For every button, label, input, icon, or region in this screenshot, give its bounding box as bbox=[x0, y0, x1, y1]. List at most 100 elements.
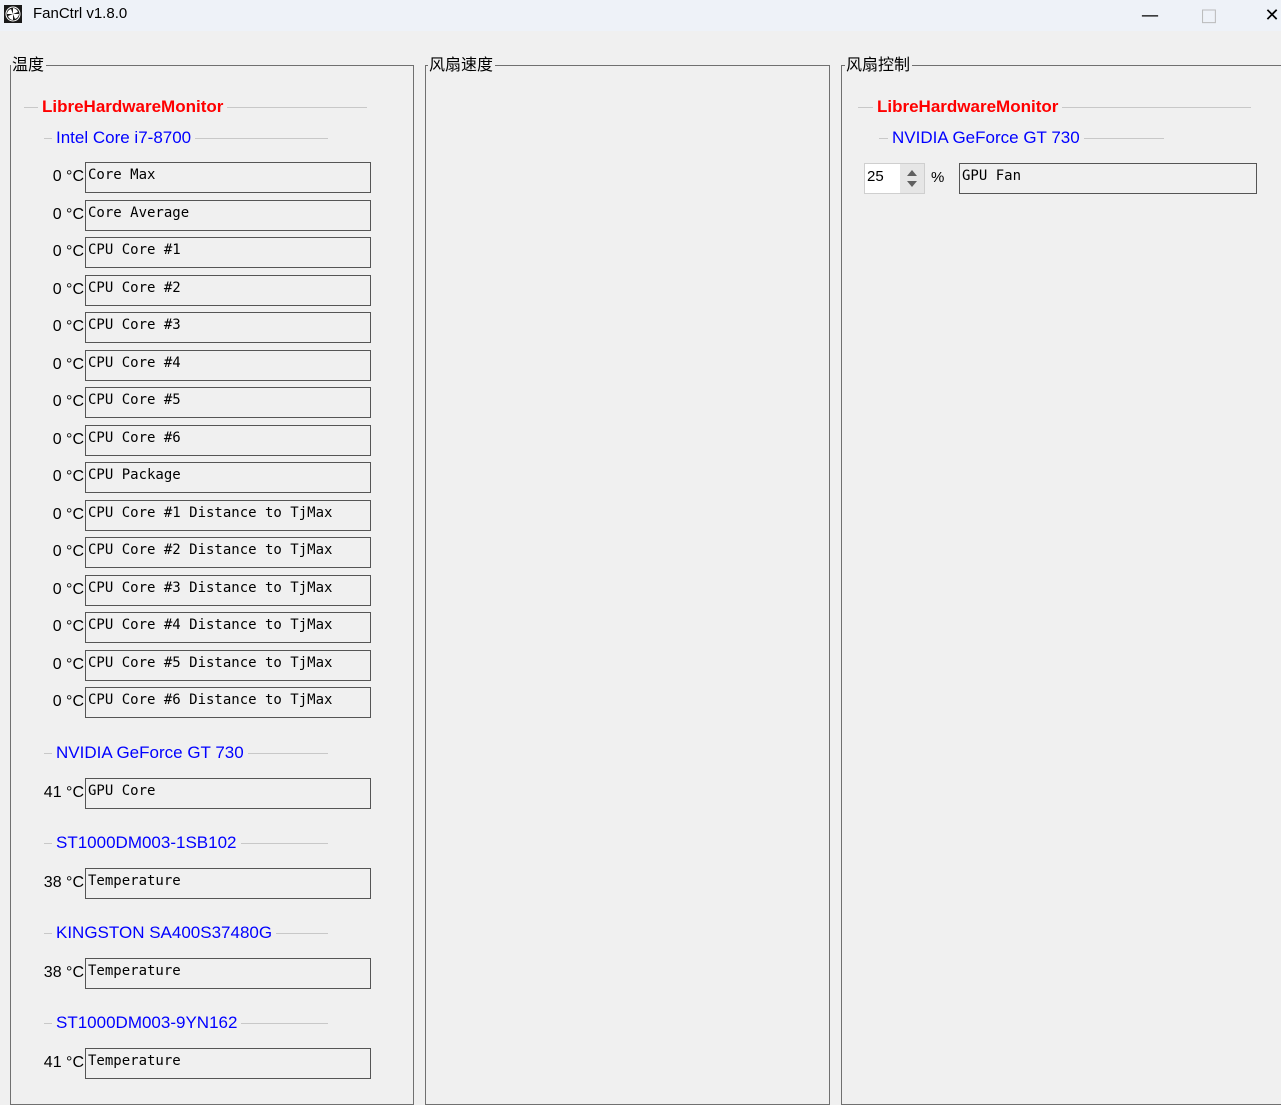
sensor-label-field[interactable]: CPU Core #3 bbox=[85, 312, 371, 343]
sensor-label-field[interactable]: CPU Core #2 bbox=[85, 274, 371, 306]
sensor-row: 0 °C CPU Core #1 Distance to TjMax bbox=[20, 499, 380, 532]
stepper-down-icon[interactable] bbox=[907, 181, 917, 187]
sensor-value: 0 °C bbox=[52, 468, 84, 485]
sensor-label: CPU Core #1 Distance to TjMax bbox=[88, 504, 333, 521]
sensor-value: 38 °C bbox=[43, 874, 84, 891]
sensor-label-field[interactable]: CPU Core #6 bbox=[85, 424, 371, 456]
sensor-value: 0 °C bbox=[52, 355, 84, 373]
sensor-value: 0 °C bbox=[52, 430, 84, 448]
window-title: FanCtrl v1.8.0 bbox=[33, 5, 128, 22]
disk1-device-header: ST1000DM003-1SB102 bbox=[44, 833, 328, 855]
sensor-label: Temperature bbox=[88, 963, 181, 979]
fan-speed-unit: % bbox=[931, 169, 945, 186]
sensor-label: CPU Core #5 bbox=[88, 392, 181, 408]
sensor-row: 0 °C CPU Core #6 bbox=[20, 424, 380, 457]
sensor-value: 0 °C bbox=[52, 580, 84, 598]
fan-label: GPU Fan bbox=[962, 168, 1022, 184]
fan-control-source-header: LibreHardwareMonitor bbox=[858, 97, 1251, 119]
sensor-value: 0 °C bbox=[52, 243, 84, 260]
sensor-label-field[interactable]: CPU Core #5 bbox=[85, 387, 371, 418]
sensor-value: 0 °C bbox=[52, 693, 84, 710]
sensor-label-field[interactable]: CPU Core #6 Distance to TjMax bbox=[85, 687, 371, 718]
sensor-label-field[interactable]: CPU Core #2 Distance to TjMax bbox=[85, 537, 371, 568]
sensor-label: CPU Package bbox=[88, 467, 181, 483]
sensor-value: 0 °C bbox=[52, 205, 84, 223]
sensor-label: GPU Core bbox=[88, 783, 156, 799]
sensor-label-field[interactable]: Temperature bbox=[85, 958, 371, 989]
sensor-row: 41 °C Temperature bbox=[20, 1048, 380, 1080]
sensor-label: CPU Core #3 bbox=[88, 317, 181, 333]
sensor-label: Core Max bbox=[88, 167, 156, 183]
sensor-label: CPU Core #1 bbox=[88, 242, 181, 258]
fan-label-field[interactable]: GPU Fan bbox=[959, 163, 1257, 194]
sensor-label-field[interactable]: CPU Core #1 bbox=[85, 237, 371, 268]
sensor-row: 0 °C CPU Core #2 Distance to TjMax bbox=[20, 537, 380, 569]
sensor-label-field[interactable]: CPU Core #1 Distance to TjMax bbox=[85, 499, 371, 531]
sensor-value: 0 °C bbox=[52, 543, 84, 560]
sensor-label: CPU Core #6 Distance to TjMax bbox=[88, 692, 333, 708]
sensor-label: CPU Core #5 Distance to TjMax bbox=[88, 654, 333, 671]
sensor-row: 0 °C CPU Core #1 bbox=[20, 237, 380, 269]
sensor-label-field[interactable]: Temperature bbox=[85, 868, 371, 899]
sensor-value: 0 °C bbox=[52, 655, 84, 673]
stepper-up-icon[interactable] bbox=[907, 170, 917, 176]
disk1-device-label: ST1000DM003-1SB102 bbox=[52, 833, 241, 853]
sensor-label: Temperature bbox=[88, 873, 181, 889]
sensor-label: CPU Core #4 Distance to TjMax bbox=[88, 617, 333, 633]
sensor-label-field[interactable]: GPU Core bbox=[85, 778, 371, 809]
fan-speed-group-title: 风扇速度 bbox=[428, 55, 496, 75]
sensor-label-field[interactable]: CPU Core #4 bbox=[85, 349, 371, 381]
sensor-value: 0 °C bbox=[52, 505, 84, 523]
close-icon[interactable]: ✕ bbox=[1249, 0, 1281, 31]
sensor-label-field[interactable]: Core Max bbox=[85, 162, 371, 193]
sensor-value: 0 °C bbox=[52, 280, 84, 298]
sensor-label: CPU Core #4 bbox=[88, 354, 181, 371]
gpu-device-header: NVIDIA GeForce GT 730 bbox=[44, 743, 328, 765]
sensor-row: 0 °C CPU Core #6 Distance to TjMax bbox=[20, 687, 380, 719]
sensor-label-field[interactable]: CPU Core #4 Distance to TjMax bbox=[85, 612, 371, 643]
sensor-label-field[interactable]: Temperature bbox=[85, 1048, 371, 1079]
temperature-group-title: 温度 bbox=[11, 55, 47, 75]
sensor-row: 0 °C CPU Core #5 Distance to TjMax bbox=[20, 649, 380, 682]
sensor-label: CPU Core #2 bbox=[88, 279, 181, 296]
sensor-label: Core Average bbox=[88, 204, 190, 221]
sensor-value: 0 °C bbox=[52, 168, 84, 185]
sensor-value: 41 °C bbox=[43, 784, 84, 801]
sensor-row: 38 °C Temperature bbox=[20, 868, 380, 900]
disk3-device-label: ST1000DM003-9YN162 bbox=[52, 1013, 242, 1033]
sensor-label-field[interactable]: CPU Package bbox=[85, 462, 371, 493]
sensor-row: 38 °C Temperature bbox=[20, 958, 380, 990]
fan-speed-value[interactable]: 25 bbox=[867, 168, 884, 185]
maximize-icon[interactable]: □ bbox=[1186, 0, 1232, 31]
sensor-row: 0 °C CPU Core #3 bbox=[20, 312, 380, 344]
sensor-value: 0 °C bbox=[52, 318, 84, 335]
sensor-label: CPU Core #3 Distance to TjMax bbox=[88, 579, 333, 596]
disk3-device-header: ST1000DM003-9YN162 bbox=[44, 1013, 328, 1035]
stepper-arrows[interactable] bbox=[900, 164, 924, 193]
sensor-row: 0 °C Core Average bbox=[20, 199, 380, 232]
temperature-source-header: LibreHardwareMonitor bbox=[24, 97, 367, 119]
sensor-value: 38 °C bbox=[43, 964, 84, 981]
sensor-row: 0 °C CPU Core #2 bbox=[20, 274, 380, 307]
sensor-value: 0 °C bbox=[52, 393, 84, 410]
gpu-device-label: NVIDIA GeForce GT 730 bbox=[52, 743, 248, 763]
fan-icon bbox=[4, 5, 22, 23]
fan-speed-stepper[interactable]: 25 bbox=[864, 163, 925, 194]
fan-control-group-title: 风扇控制 bbox=[845, 55, 913, 75]
fan-control-device-label: NVIDIA GeForce GT 730 bbox=[888, 128, 1084, 148]
sensor-label-field[interactable]: Core Average bbox=[85, 199, 371, 231]
disk2-device-header: KINGSTON SA400S37480G bbox=[44, 923, 328, 945]
sensor-label-field[interactable]: CPU Core #5 Distance to TjMax bbox=[85, 649, 371, 681]
fan-control-device-header: NVIDIA GeForce GT 730 bbox=[879, 128, 1164, 150]
fan-control-group: 风扇控制 bbox=[841, 55, 1281, 1105]
minimize-icon[interactable]: — bbox=[1127, 0, 1173, 31]
sensor-label-field[interactable]: CPU Core #3 Distance to TjMax bbox=[85, 574, 371, 606]
sensor-row: 0 °C Core Max bbox=[20, 162, 380, 194]
sensor-row: 0 °C CPU Core #4 Distance to TjMax bbox=[20, 612, 380, 644]
disk2-device-label: KINGSTON SA400S37480G bbox=[52, 923, 277, 943]
title-bar: FanCtrl v1.8.0 — □ ✕ bbox=[0, 0, 1281, 31]
sensor-value: 0 °C bbox=[52, 618, 84, 635]
sensor-label: Temperature bbox=[88, 1053, 181, 1069]
sensor-row: 0 °C CPU Core #3 Distance to TjMax bbox=[20, 574, 380, 607]
sensor-value: 41 °C bbox=[43, 1054, 84, 1071]
